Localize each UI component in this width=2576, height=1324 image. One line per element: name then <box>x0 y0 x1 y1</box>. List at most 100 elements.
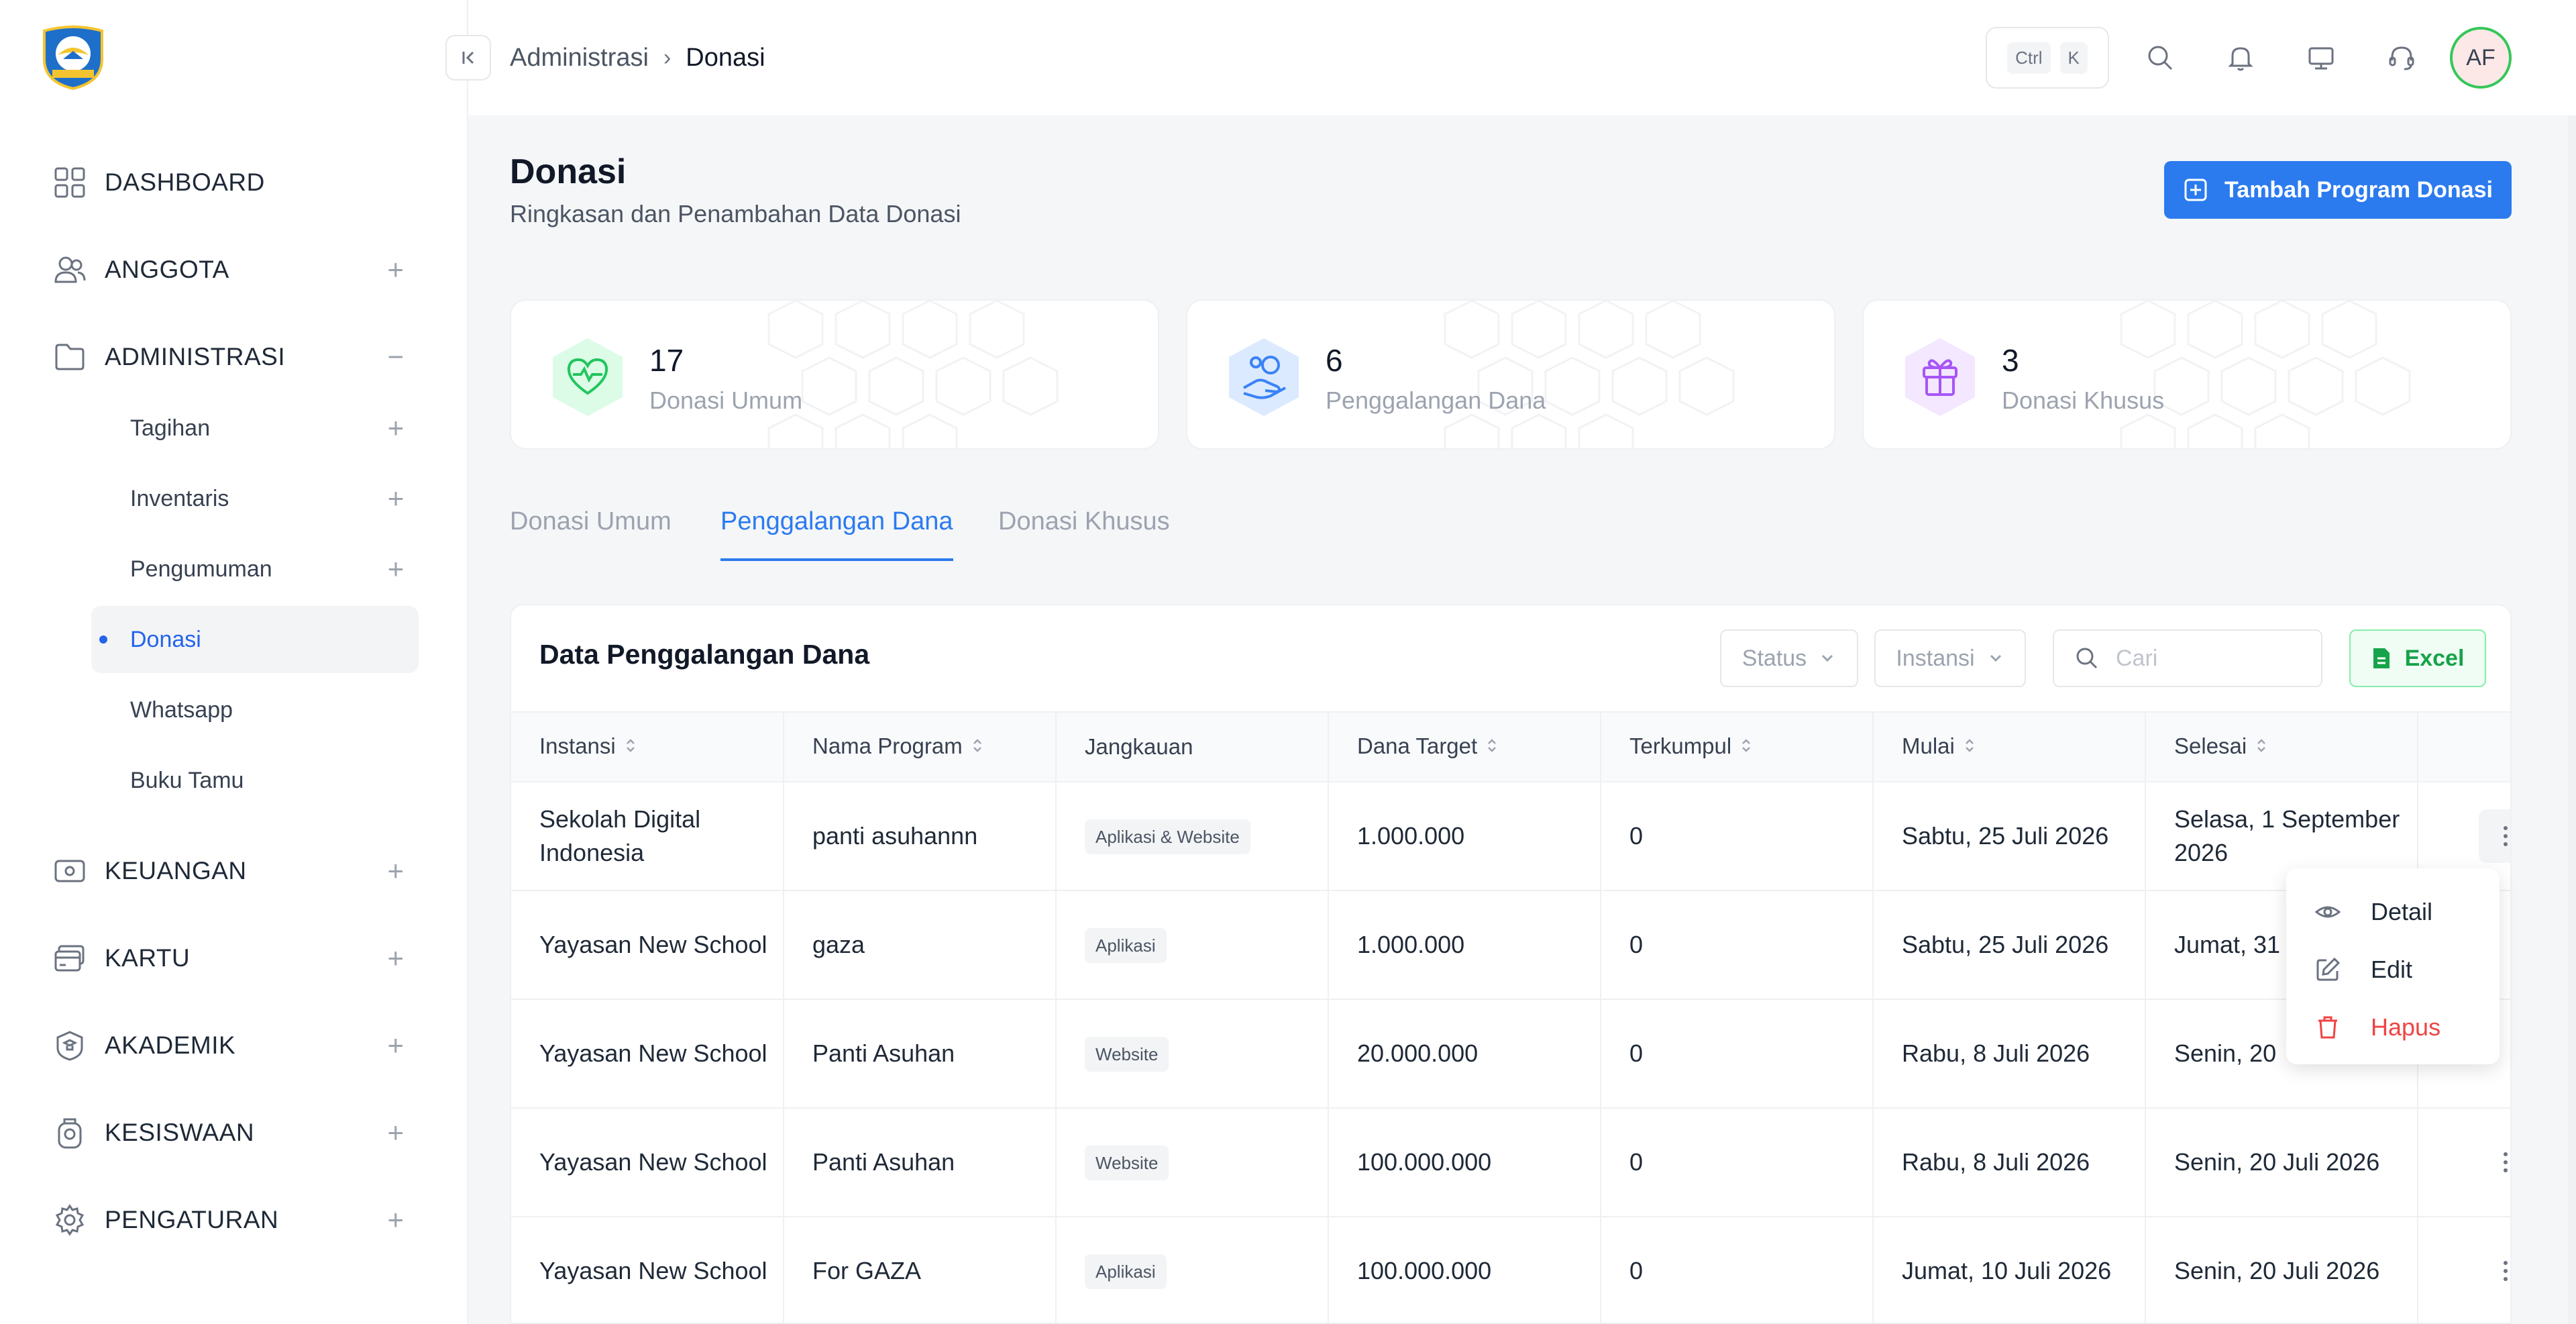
menu-item-edit-label: Edit <box>2371 956 2413 983</box>
nav-akademik-toggle[interactable]: + <box>384 1029 408 1062</box>
nav-pengaturan[interactable]: PENGATURAN + <box>52 1193 408 1247</box>
sub-item-inventaris[interactable]: Inventaris + <box>91 465 419 532</box>
command-palette-shortcut[interactable]: Ctrl K <box>1986 27 2109 89</box>
nav-keuangan-toggle[interactable]: + <box>384 855 408 887</box>
column-header-selesai[interactable]: Selesai <box>2145 711 2418 782</box>
menu-item-hapus[interactable]: Hapus <box>2286 999 2500 1056</box>
nav-administrasi-label: ADMINISTRASI <box>105 343 286 370</box>
nav-pengaturan-label: PENGATURAN <box>105 1206 279 1233</box>
cell-selesai: Senin, 20 Juli 2026 <box>2145 1217 2418 1323</box>
collapse-sidebar-button[interactable] <box>445 35 491 81</box>
tab-donasi-khusus[interactable]: Donasi Khusus <box>998 507 1170 561</box>
headset-support-icon[interactable] <box>2381 38 2422 78</box>
sidebar: DASHBOARD ANGGOTA + ADMINISTRASI − Tagih… <box>0 0 468 1324</box>
hexagon-pattern-decoration <box>1444 301 1735 448</box>
column-header-mulai[interactable]: Mulai <box>1873 711 2146 782</box>
table-search-input[interactable] <box>2116 645 2290 672</box>
sub-item-tagihan[interactable]: Tagihan + <box>91 395 419 462</box>
sub-item-buku-tamu[interactable]: Buku Tamu <box>91 747 419 814</box>
nav-anggota-toggle[interactable]: + <box>384 254 408 286</box>
nav-akademik[interactable]: AKADEMIK + <box>52 1019 408 1072</box>
table-row: Sekolah Digital Indonesia panti asuhannn… <box>511 782 2510 891</box>
cell-jangkauan: Website <box>1056 999 1329 1109</box>
nav-administrasi-toggle[interactable]: − <box>384 341 408 373</box>
breadcrumb-administrasi[interactable]: Administrasi <box>510 44 649 72</box>
sub-item-donasi[interactable]: Donasi <box>91 606 419 673</box>
sub-item-pengumuman-label: Pengumuman <box>130 556 272 582</box>
cell-nama-program: Panti Asuhan <box>784 999 1057 1109</box>
user-avatar[interactable]: AF <box>2450 27 2512 89</box>
table-row: Yayasan New School Panti Asuhan Website … <box>511 1108 2510 1217</box>
cell-instansi: Yayasan New School <box>511 1108 784 1217</box>
stat-donasi-umum-value: 17 <box>649 343 684 378</box>
cell-terkumpul: 0 <box>1601 890 1874 1000</box>
row-actions-button[interactable] <box>2479 809 2510 863</box>
cell-instansi: Sekolah Digital Indonesia <box>511 782 784 891</box>
nav-anggota[interactable]: ANGGOTA + <box>52 243 408 297</box>
sub-item-pengumuman-toggle[interactable]: + <box>384 553 408 585</box>
status-filter-select[interactable]: Status <box>1720 629 1858 687</box>
nav-kartu-toggle[interactable]: + <box>384 942 408 974</box>
tab-donasi-umum[interactable]: Donasi Umum <box>510 507 672 561</box>
sort-icon <box>2255 735 2268 760</box>
cell-nama-program: gaza <box>784 890 1057 1000</box>
sub-item-tagihan-toggle[interactable]: + <box>384 412 408 444</box>
jangkauan-badge: Aplikasi & Website <box>1085 819 1250 855</box>
school-logo-icon[interactable] <box>38 20 109 91</box>
edit-icon <box>2316 957 2341 981</box>
nav-kartu[interactable]: KARTU + <box>52 931 408 985</box>
page-scrollbar[interactable] <box>2568 115 2576 1324</box>
more-vertical-icon <box>2504 826 2508 846</box>
menu-item-detail-label: Detail <box>2371 898 2433 925</box>
heart-pulse-icon <box>547 336 628 419</box>
cell-dana-target: 20.000.000 <box>1328 999 1601 1109</box>
table-row: Yayasan New School For GAZA Aplikasi 100… <box>511 1217 2510 1323</box>
excel-file-icon <box>2373 648 2390 668</box>
search-icon[interactable] <box>2140 38 2180 78</box>
page-subtitle: Ringkasan dan Penambahan Data Donasi <box>510 200 961 227</box>
cell-mulai: Rabu, 8 Juli 2026 <box>1873 999 2146 1109</box>
tab-penggalangan-dana[interactable]: Penggalangan Dana <box>720 507 953 561</box>
nav-kesiswaan-toggle[interactable]: + <box>384 1117 408 1149</box>
column-header-selesai-label: Selesai <box>2174 733 2247 758</box>
cell-actions <box>2418 1108 2510 1217</box>
nav-keuangan-label: KEUANGAN <box>105 857 247 884</box>
page-title: Donasi <box>510 152 627 191</box>
menu-item-detail[interactable]: Detail <box>2286 883 2500 941</box>
more-vertical-icon <box>2504 1152 2508 1172</box>
column-header-instansi[interactable]: Instansi <box>511 711 784 782</box>
export-excel-button[interactable]: Excel <box>2349 629 2486 687</box>
column-header-nama-program[interactable]: Nama Program <box>784 711 1057 782</box>
add-donation-program-button[interactable]: Tambah Program Donasi <box>2164 161 2512 219</box>
nav-keuangan[interactable]: KEUANGAN + <box>52 844 408 898</box>
sub-item-whatsapp-label: Whatsapp <box>130 697 233 723</box>
bell-icon[interactable] <box>2220 38 2261 78</box>
breadcrumb-donasi: Donasi <box>686 43 765 72</box>
nav-kesiswaan[interactable]: KESISWAAN + <box>52 1106 408 1160</box>
nav-pengaturan-toggle[interactable]: + <box>384 1204 408 1236</box>
sub-item-inventaris-toggle[interactable]: + <box>384 482 408 515</box>
table-search[interactable] <box>2053 629 2322 687</box>
nav-administrasi[interactable]: ADMINISTRASI − <box>52 330 408 384</box>
nav-dashboard[interactable]: DASHBOARD <box>52 156 408 209</box>
cell-mulai: Jumat, 10 Juli 2026 <box>1873 1217 2146 1323</box>
row-actions-button[interactable] <box>2479 1244 2510 1298</box>
monitor-icon[interactable] <box>2301 38 2341 78</box>
instansi-filter-select[interactable]: Instansi <box>1874 629 2026 687</box>
gear-icon <box>52 1203 87 1237</box>
jangkauan-badge: Aplikasi <box>1085 927 1167 964</box>
trash-icon <box>2318 1016 2337 1039</box>
column-header-mulai-label: Mulai <box>1902 733 1955 758</box>
menu-item-edit[interactable]: Edit <box>2286 941 2500 999</box>
column-header-terkumpul-label: Terkumpul <box>1629 733 1732 758</box>
gift-icon <box>1900 336 1980 419</box>
sub-item-whatsapp[interactable]: Whatsapp <box>91 676 419 744</box>
row-actions-button[interactable] <box>2479 1135 2510 1189</box>
sub-item-tagihan-label: Tagihan <box>130 415 211 441</box>
sub-item-pengumuman[interactable]: Pengumuman + <box>91 536 419 603</box>
jangkauan-badge: Website <box>1085 1036 1169 1072</box>
column-header-terkumpul[interactable]: Terkumpul <box>1601 711 1874 782</box>
column-header-dana-target[interactable]: Dana Target <box>1328 711 1601 782</box>
academic-icon <box>52 1028 87 1063</box>
cell-terkumpul: 0 <box>1601 782 1874 891</box>
